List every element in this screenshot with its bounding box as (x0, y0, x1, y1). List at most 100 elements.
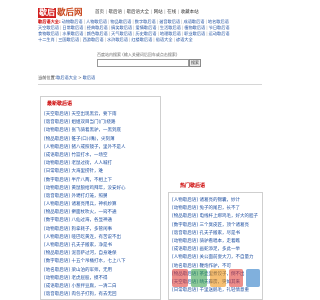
list-item[interactable]: [成语歇后语] 竹篮打水，一场空 (44, 152, 158, 160)
breadcrumb-prefix: 当前位置: (38, 75, 57, 80)
list-item[interactable]: [物品歇后语] 锥子(口)(嘴)，尖刻薄 (44, 136, 158, 144)
list-item[interactable]: [动物歇后语] 老虎屁股，摸不得 (44, 275, 158, 283)
category-link[interactable]: 数字歇后语 (135, 19, 156, 24)
list-item[interactable]: [成语歇后语] 小葱拌豆腐，一清二白 (44, 283, 158, 291)
list-item[interactable]: [地名歇后语] 鞭炮作驴，不可 (172, 263, 260, 271)
category-separator: | (104, 37, 106, 42)
category-link[interactable]: 搞笑歇后语 (111, 25, 132, 30)
list-item[interactable]: [数字歇后语] 半斤八两，不相上下 (44, 177, 158, 185)
list-item[interactable]: [成语歇后语] 画蛇添足，多此一举 (172, 246, 260, 254)
search-hint: 百度站内搜索 (输入关键词后回车或点击搜索) (97, 52, 178, 57)
search-input[interactable] (97, 59, 189, 67)
category-separator: | (108, 31, 111, 36)
list-item[interactable]: [动物歇后语] 黄鼠狼给鸡拜年，没安好心 (44, 185, 158, 193)
nav-link[interactable]: 网站 (154, 10, 163, 15)
list-item[interactable]: [人物歇后语] 诸葛亮的锦囊，妙计 (172, 197, 260, 205)
list-item[interactable]: [动物歇后语] 兔子的尾巴，长不了 (172, 205, 260, 213)
category-separator: | (108, 25, 111, 30)
category-link[interactable]: 植物歇后语 (184, 25, 205, 30)
category-row: 十二生肖|三国歇后语|西游歇后语|水浒歇后语|红楼歇后语|俗语大全|谚语大全 (38, 37, 262, 43)
list-item[interactable]: [天空歇后语] 天空出现黑云，要下雨 (44, 111, 158, 119)
category-link[interactable]: 地理歇后语 (160, 31, 181, 36)
category-link[interactable]: 三国歇后语 (58, 37, 79, 42)
list-item[interactable]: [物品歇后语] 茶壶里煮饺子，倒不出 (172, 271, 260, 279)
category-link[interactable]: 俗语大全 (156, 37, 173, 42)
category-link[interactable]: 水果歇后语 (62, 31, 83, 36)
category-link[interactable]: 十二生肖 (38, 37, 55, 42)
list-item[interactable]: [日常歇后语] 千里送鹅毛，礼轻情意重 (172, 287, 260, 295)
list-item[interactable]: [人物歇后语] 孔夫子搬家，净是书 (44, 242, 158, 250)
list-item[interactable]: [谐音歇后语] 孔夫子搬家，尽是书 (172, 230, 260, 238)
category-link[interactable]: 职业歇后语 (184, 31, 205, 36)
list-item[interactable]: [数字歇后语] 三个臭皮匠，顶个诸葛亮 (172, 222, 260, 230)
list-item[interactable]: [地名歇后语] 梁山泊的军师，无用 (44, 267, 158, 275)
breadcrumb-separator: > (78, 75, 82, 80)
list-item[interactable]: [谐音歇后语] 外甥打灯笼，照舅 (44, 193, 158, 201)
breadcrumb-link[interactable]: 歇后语 (83, 75, 96, 80)
list-item[interactable]: [动物歇后语] 骑驴看唱本，走着瞧 (172, 238, 260, 246)
category-link[interactable]: 动物歇后语 (62, 19, 83, 24)
category-link[interactable]: 颜色歇后语 (87, 31, 108, 36)
category-link[interactable]: 经典歇后语 (87, 25, 108, 30)
category-separator: | (206, 25, 208, 30)
category-link[interactable]: 天气歇后语 (111, 31, 132, 36)
list-item[interactable]: [物品歇后语] 电线杆上绑鸡毛，好大的胆子 (172, 213, 260, 221)
category-link[interactable]: 谚语大全 (176, 37, 193, 42)
category-link[interactable]: 红楼歇后语 (131, 37, 152, 42)
list-item[interactable]: [人物歇后语] 哑巴吃黄连，有苦说不出 (44, 234, 158, 242)
category-link[interactable]: 谐音歇后语 (159, 19, 180, 24)
nav-link[interactable]: 收藏本站 (181, 10, 199, 15)
hot-list: [人物歇后语] 诸葛亮的锦囊，妙计 [动物歇后语] 兔子的尾巴，长不了 [物品歇后语… (172, 197, 260, 295)
logo-name: 歇后网 (57, 7, 83, 18)
category-link[interactable]: 成语歇后语 (184, 19, 205, 24)
category-separator: | (133, 31, 135, 36)
breadcrumb-link[interactable]: 歇后语大全 (56, 75, 77, 80)
site-logo[interactable]: 歇后 歇后网 (38, 7, 83, 18)
category-link[interactable]: 节日歇后语 (209, 25, 230, 30)
list-item[interactable]: [谐音歇后语] 肉包子打狗，有去无回 (44, 291, 158, 299)
category-link[interactable]: 西游歇后语 (83, 37, 104, 42)
list-item[interactable]: [人物歇后语] 关公面前耍大刀，不自量力 (172, 254, 260, 262)
divider (38, 84, 262, 85)
list-item[interactable]: [物品歇后语] 泥菩萨过河，自身难保 (44, 250, 158, 258)
category-link[interactable]: 爱情歇后语 (136, 25, 157, 30)
list-item[interactable]: [动物歇后语] 老鼠过街，人人喊打 (44, 160, 158, 168)
category-separator: | (157, 31, 159, 36)
category-link[interactable]: 物品歇后语 (110, 19, 131, 24)
category-label: 歇后语大全: (38, 19, 61, 24)
category-separator: | (132, 19, 134, 24)
breadcrumb: 当前位置:歇后语大全>歇后语 (38, 75, 95, 81)
hot-panel: [人物歇后语] 诸葛亮的锦囊，妙计 [动物歇后语] 兔子的尾巴，长不了 [物品歇后语… (168, 192, 263, 300)
list-item[interactable]: [人物歇后语] 诸葛亮用兵，神机妙算 (44, 201, 158, 209)
nav-link[interactable]: 首页 (95, 10, 104, 15)
search-button[interactable]: 搜索 (189, 59, 201, 67)
nav-separator: | (177, 10, 180, 15)
list-item[interactable]: [动物歇后语] 狗拿耗子，多管闲事 (44, 226, 158, 234)
list-item[interactable]: [动物歇后语] 张飞骑着黑驴，一黑到底 (44, 127, 158, 135)
category-link[interactable]: 生活歇后语 (160, 25, 181, 30)
category-link[interactable]: 日常歇后语 (62, 25, 83, 30)
category-link[interactable]: 天空歇后语 (38, 25, 59, 30)
nav-link[interactable]: 歇后语大全 (127, 10, 150, 15)
nav-link[interactable]: 歇后语 (109, 10, 123, 15)
category-link[interactable]: 地名歇后语 (208, 19, 229, 24)
category-separator: | (55, 37, 58, 42)
list-item[interactable]: [人物歇后语] 猪八戒照镜子，里外不是人 (44, 144, 158, 152)
logo-badge: 歇后 (38, 7, 56, 18)
list-item[interactable]: [数字歇后语] 十五个吊桶打水，七上八下 (44, 258, 158, 266)
list-item[interactable]: [日常歇后语] 大海里捞针，难 (44, 168, 158, 176)
hot-panel-title: 热门歇后语 (180, 183, 206, 189)
list-item[interactable]: [天空歇后语] 晴天霹雳，突如其来 (172, 279, 260, 287)
category-separator: | (80, 37, 82, 42)
category-link[interactable]: 运动歇后语 (209, 31, 230, 36)
category-link[interactable]: 历史歇后语 (136, 31, 157, 36)
nav-link[interactable]: 在线 (167, 10, 176, 15)
list-item[interactable]: [数字歇后语] 八仙过海，各显神通 (44, 217, 158, 225)
category-link[interactable]: 食物歇后语 (38, 31, 59, 36)
list-item[interactable]: [谐音歇后语] 姐姐双目当门(门)绕路 (44, 119, 158, 127)
category-link[interactable]: 人物歇后语 (86, 19, 107, 24)
top-navigation: 首页 | 歇后语 | 歇后语大全 | 网站 | 在线 | 收藏本站 (95, 10, 199, 16)
list-item[interactable]: [物品歇后语] 擀面杖吹火，一窍不通 (44, 209, 158, 217)
nav-separator: | (105, 10, 108, 15)
category-link[interactable]: 水浒歇后语 (107, 37, 128, 42)
